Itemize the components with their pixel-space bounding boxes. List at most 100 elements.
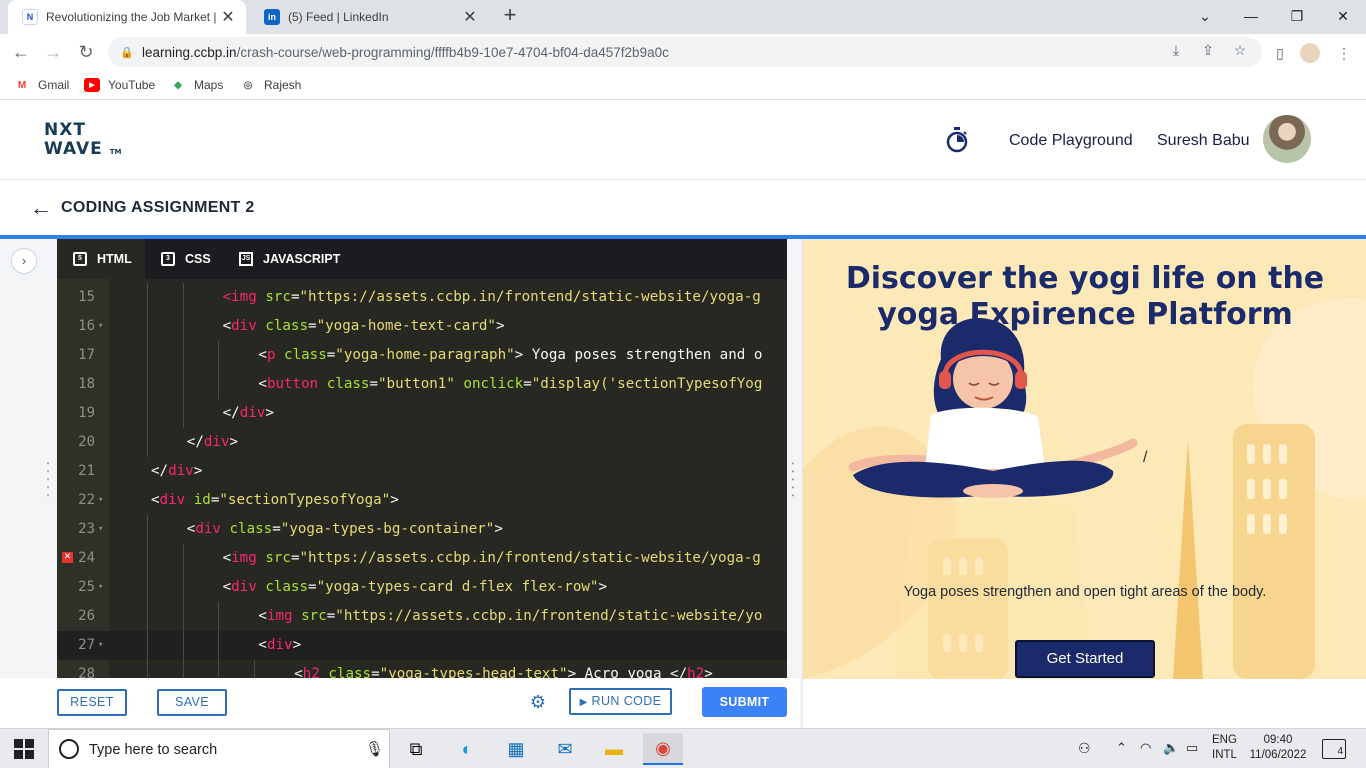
tab-javascript[interactable]: JS JAVASCRIPT <box>225 239 345 279</box>
microphone-icon[interactable]: 🎙 <box>365 740 384 758</box>
submit-button[interactable]: SUBMIT <box>702 687 787 717</box>
install-icon[interactable]: ⤓ <box>1166 40 1186 60</box>
code-playground-link[interactable]: Code Playground <box>1009 132 1133 150</box>
code-line[interactable]: 16 ▾ <div class="yoga-home-text-card"> <box>57 312 787 341</box>
battery-icon[interactable]: ▭ <box>1186 740 1198 768</box>
browser-tab[interactable]: in (5) Feed | LinkedIn ✕ <box>250 0 488 34</box>
code-text: <div id="sectionTypesofYoga"> <box>151 492 399 508</box>
line-number: 20 <box>78 434 95 450</box>
youtube-icon: ▶ <box>84 78 100 92</box>
share-icon[interactable]: ⇪ <box>1198 40 1218 60</box>
fold-icon[interactable]: ▾ <box>98 515 103 544</box>
code-area[interactable]: 15 <img src="https://assets.ccbp.in/front… <box>57 283 787 678</box>
fold-icon[interactable]: ▾ <box>98 573 103 602</box>
back-icon[interactable]: ← <box>9 40 33 64</box>
left-resize-handle[interactable]: • • • • • <box>45 460 51 500</box>
mail-icon[interactable]: ✉ <box>545 733 585 765</box>
clock[interactable]: 09:40 11/06/2022 <box>1248 733 1308 768</box>
indent-guide <box>182 312 184 341</box>
code-line[interactable]: 22 ▾ <div id="sectionTypesofYoga"> <box>57 486 787 515</box>
url-host: learning.ccbp.in <box>142 44 237 60</box>
close-window-icon[interactable]: ✕ <box>1320 0 1366 32</box>
nxtwave-logo[interactable]: NXT WAVE TM <box>44 121 121 162</box>
code-line[interactable]: 23 ▾ <div class="yoga-types-bg-container"> <box>57 515 787 544</box>
code-line[interactable]: 27 ▾ <div> <box>57 631 787 660</box>
edge-icon[interactable]: ◐ <box>447 733 487 765</box>
gear-icon[interactable]: ⚙ <box>529 693 547 711</box>
code-line[interactable]: 25 ▾ <div class="yoga-types-card d-flex fl… <box>57 573 787 602</box>
profile-avatar-icon[interactable] <box>1300 43 1320 63</box>
taskbar-search[interactable]: Type here to search 🎙 <box>48 729 390 768</box>
code-line[interactable]: 19 </div> <box>57 399 787 428</box>
address-bar[interactable]: 🔒 learning.ccbp.in/crash-course/web-prog… <box>108 37 1262 67</box>
volume-icon[interactable]: 🔈 <box>1163 740 1179 768</box>
side-panel-icon[interactable]: ▯ <box>1270 43 1290 63</box>
line-number: 19 <box>78 405 95 421</box>
tab-css[interactable]: 3 CSS <box>145 239 225 279</box>
menu-kebab-icon[interactable]: ⋮ <box>1334 43 1354 63</box>
output-preview[interactable]: Discover the yogi life on the yoga Expir… <box>802 239 1366 679</box>
fold-icon[interactable]: ▾ <box>98 312 103 341</box>
stray-slash-text: / <box>1143 449 1148 466</box>
stopwatch-icon[interactable] <box>945 127 969 153</box>
save-button[interactable]: SAVE <box>157 689 227 716</box>
chevron-up-icon[interactable]: ⌃ <box>1116 740 1127 768</box>
code-line[interactable]: ✕ 24 <img src="https://assets.ccbp.in/fron… <box>57 544 787 573</box>
bookmark-youtube[interactable]: ▶ YouTube <box>84 76 155 94</box>
code-line[interactable]: 21 </div> <box>57 457 787 486</box>
bookmark-gmail[interactable]: M Gmail <box>14 76 70 94</box>
globe-icon: ◎ <box>243 79 253 91</box>
store-icon[interactable]: ▦ <box>496 733 536 765</box>
code-line[interactable]: 28 <h2 class="yoga-types-head-text"> Acro… <box>57 660 787 678</box>
code-line[interactable]: 17 <p class="yoga-home-paragraph"> Yoga p… <box>57 341 787 370</box>
people-icon[interactable]: ⚇ <box>1078 740 1091 768</box>
get-started-button[interactable]: Get Started <box>1015 640 1155 678</box>
editor-tabs: 5 HTML 3 CSS JS JAVASCRIPT <box>57 239 787 279</box>
forward-icon[interactable]: → <box>41 40 65 64</box>
code-line[interactable]: 20 </div> <box>57 428 787 457</box>
tab-search-icon[interactable]: ⌄ <box>1182 0 1228 32</box>
search-input[interactable]: Type here to search <box>89 742 217 758</box>
code-line[interactable]: 18 <button class="button1" onclick="displ… <box>57 370 787 399</box>
back-arrow-icon[interactable]: ← <box>30 197 52 219</box>
task-view-icon[interactable]: ⧉ <box>396 733 436 765</box>
page-title: CODING ASSIGNMENT 2 <box>61 199 255 216</box>
chrome-icon[interactable]: ◉ <box>643 733 683 765</box>
expand-sidebar-button[interactable]: › <box>11 248 37 274</box>
notifications-icon[interactable]: 4 <box>1322 739 1346 759</box>
lock-icon[interactable]: 🔒 <box>120 46 134 59</box>
code-text: <p class="yoga-home-paragraph"> Yoga pos… <box>258 347 763 363</box>
language-indicator[interactable]: ENG INTL <box>1212 733 1237 768</box>
windows-start-icon[interactable] <box>14 739 34 759</box>
indent-guide <box>218 341 220 370</box>
file-explorer-icon[interactable]: ▬ <box>594 733 634 765</box>
middle-resize-handle[interactable]: • • • • • <box>790 460 796 500</box>
reset-button[interactable]: RESET <box>57 689 127 716</box>
code-editor[interactable]: 5 HTML 3 CSS JS JAVASCRIPT 15 <img src="h… <box>57 239 787 678</box>
close-tab-icon[interactable]: ✕ <box>458 7 482 27</box>
user-name[interactable]: Suresh Babu <box>1157 132 1250 150</box>
minimize-icon[interactable]: — <box>1228 0 1274 32</box>
browser-tab-active[interactable]: N Revolutionizing the Job Market | ✕ <box>8 0 246 34</box>
code-line[interactable]: 26 <img src="https://assets.ccbp.in/front… <box>57 602 787 631</box>
avatar[interactable] <box>1263 115 1311 163</box>
bookmark-maps[interactable]: ◆ Maps <box>170 76 223 94</box>
close-tab-icon[interactable]: ✕ <box>216 7 240 27</box>
line-number: 26 <box>78 608 95 624</box>
code-line[interactable]: 15 <img src="https://assets.ccbp.in/front… <box>57 283 787 312</box>
indent-guide <box>182 602 184 631</box>
fold-icon[interactable]: ▾ <box>98 486 103 515</box>
new-tab-button[interactable]: + <box>498 4 522 28</box>
restore-icon[interactable]: ❐ <box>1274 0 1320 32</box>
bookmark-rajesh[interactable]: ◎ Rajesh <box>240 76 302 94</box>
wifi-icon[interactable]: ◠ <box>1140 740 1151 768</box>
line-number: 28 <box>78 666 95 678</box>
tab-html[interactable]: 5 HTML <box>57 239 145 279</box>
reload-icon[interactable]: ↻ <box>74 40 98 64</box>
fold-icon[interactable]: ▾ <box>98 631 103 660</box>
indent-guide <box>146 544 148 573</box>
bookmark-star-icon[interactable]: ☆ <box>1230 40 1250 60</box>
url-path: /crash-course/web-programming/ffffb4b9-1… <box>236 44 669 60</box>
logo-line2: WAVE <box>44 139 103 159</box>
run-code-button[interactable]: ▶ RUN CODE <box>569 688 672 715</box>
